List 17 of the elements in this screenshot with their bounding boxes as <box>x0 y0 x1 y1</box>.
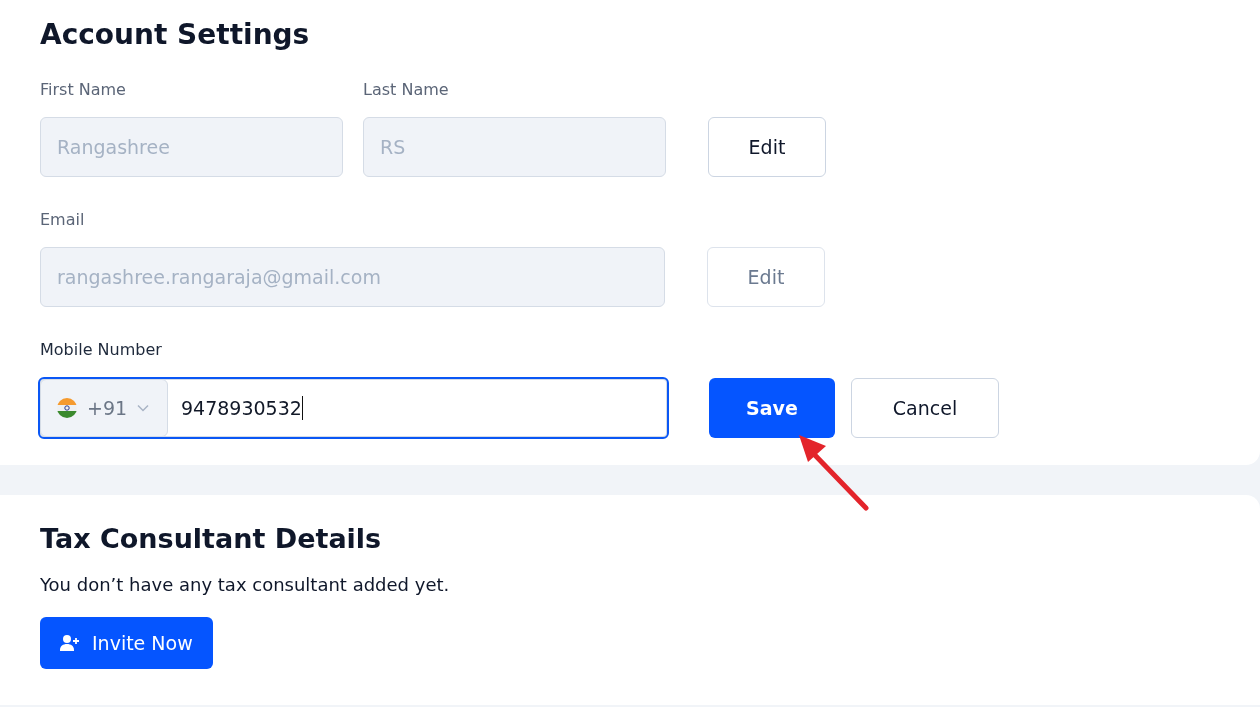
action-button[interactable]: Cancel <box>851 378 999 438</box>
chevron-down-icon <box>137 404 150 412</box>
field-label: Mobile Number <box>40 340 163 360</box>
text-cursor <box>301 396 303 420</box>
field-label: First Name <box>40 80 127 100</box>
empty-message: You don’t have any tax consultant added yet. <box>40 573 451 597</box>
add-user-icon <box>60 634 80 652</box>
section-title: Account Settings <box>40 17 311 53</box>
action-button[interactable]: Save <box>709 378 835 438</box>
action-button[interactable]: Edit <box>708 117 826 177</box>
phone-field[interactable]: +91 9478930532 <box>38 377 669 439</box>
invite-button[interactable]: Invite Now <box>40 617 213 669</box>
field-label: Last Name <box>363 80 450 100</box>
field-label: Email <box>40 210 86 230</box>
flag-icon <box>57 398 77 418</box>
country-code-dropdown[interactable]: +91 <box>40 379 168 437</box>
section-title: Tax Consultant Details <box>40 522 383 556</box>
